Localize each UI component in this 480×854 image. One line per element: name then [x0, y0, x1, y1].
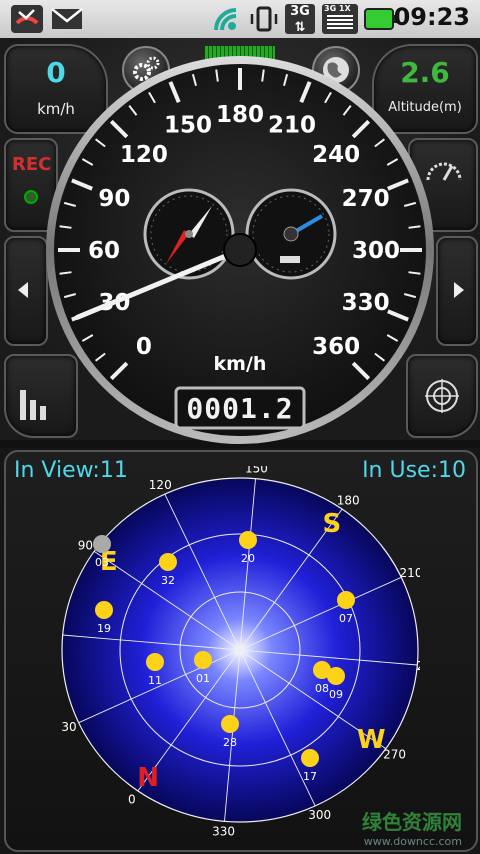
azimuth-label: 240	[417, 659, 420, 673]
azimuth-label: 150	[245, 466, 268, 475]
email-icon[interactable]	[50, 4, 84, 34]
svg-text:01: 01	[196, 672, 210, 685]
speed-tick-label: 210	[268, 112, 316, 138]
arrow-left-icon	[18, 282, 28, 298]
svg-text:11: 11	[148, 674, 162, 687]
dashboard: 0 km/h 2.6 Altitude(m) REC 0 60 90 120 1…	[0, 38, 480, 444]
speed-tick-label: 0	[136, 334, 152, 360]
speed-tick-label: 90	[98, 186, 130, 212]
direction-n: N	[137, 763, 159, 793]
watermark: 绿色资源网 www.downcc.com	[362, 806, 462, 848]
vibrate-icon	[250, 6, 278, 32]
svg-text:20: 20	[241, 552, 255, 565]
speed-tick-label: 270	[342, 186, 390, 212]
azimuth-label: 210	[400, 566, 420, 580]
speed-tick-label: 360	[312, 334, 360, 360]
azimuth-label: 30	[61, 720, 76, 734]
watermark-cn: 绿色资源网	[362, 810, 462, 834]
svg-text:08: 08	[315, 682, 329, 695]
next-button[interactable]	[436, 236, 478, 346]
svg-text:03: 03	[95, 556, 109, 569]
azimuth-label: 120	[149, 478, 172, 492]
watermark-en: www.downcc.com	[363, 835, 462, 848]
speed-tick-label: 300	[352, 238, 400, 264]
satellite-panel: In View:11 In Use:10 0306090120150180210…	[0, 448, 480, 854]
accuracy-subdial	[245, 188, 337, 280]
svg-text:07: 07	[339, 612, 353, 625]
svg-text:09: 09	[329, 688, 343, 701]
signal-icon: 3G 1X	[322, 4, 358, 34]
speed-tick-label: 180	[216, 102, 264, 128]
speedometer-gauge: 0306090120150180210240270300330360 km/h …	[46, 56, 434, 444]
data-3g-label: 3G	[290, 4, 310, 19]
azimuth-label: 300	[308, 808, 331, 822]
wifi-icon	[214, 8, 237, 31]
svg-text:32: 32	[161, 574, 175, 587]
svg-text:19: 19	[97, 622, 111, 635]
direction-w: W	[357, 725, 386, 755]
rec-indicator-icon	[24, 190, 38, 204]
direction-s: S	[323, 509, 342, 539]
missed-call-icon[interactable]	[10, 4, 44, 34]
needle-hub	[223, 233, 257, 267]
sky-plot[interactable]: 0306090120150180210240270300330 NESW 033…	[60, 466, 420, 836]
signal-3g1x-label: 3G 1X	[324, 4, 351, 13]
odometer-value: 0001.2	[186, 392, 293, 425]
svg-text:28: 28	[223, 736, 237, 749]
azimuth-label: 90	[78, 538, 93, 552]
azimuth-label: 270	[383, 748, 406, 762]
azimuth-label: 0	[128, 792, 136, 806]
azimuth-label: 330	[212, 825, 235, 836]
status-bar: 3G ⇅ 3G 1X 09:23	[0, 0, 480, 39]
speedometer-unit: km/h	[214, 353, 267, 375]
data-3g-icon: 3G ⇅	[285, 4, 315, 35]
speed-tick-label: 240	[312, 142, 360, 168]
svg-text:17: 17	[303, 770, 317, 783]
speed-tick-label: 60	[88, 238, 120, 264]
arrow-right-icon	[454, 282, 464, 298]
clock: 09:23	[393, 3, 470, 31]
speed-tick-label: 150	[164, 112, 212, 138]
azimuth-label: 180	[337, 494, 360, 508]
speed-tick-label: 120	[120, 142, 168, 168]
compass-subdial	[143, 188, 235, 280]
speed-tick-label: 330	[342, 290, 390, 316]
